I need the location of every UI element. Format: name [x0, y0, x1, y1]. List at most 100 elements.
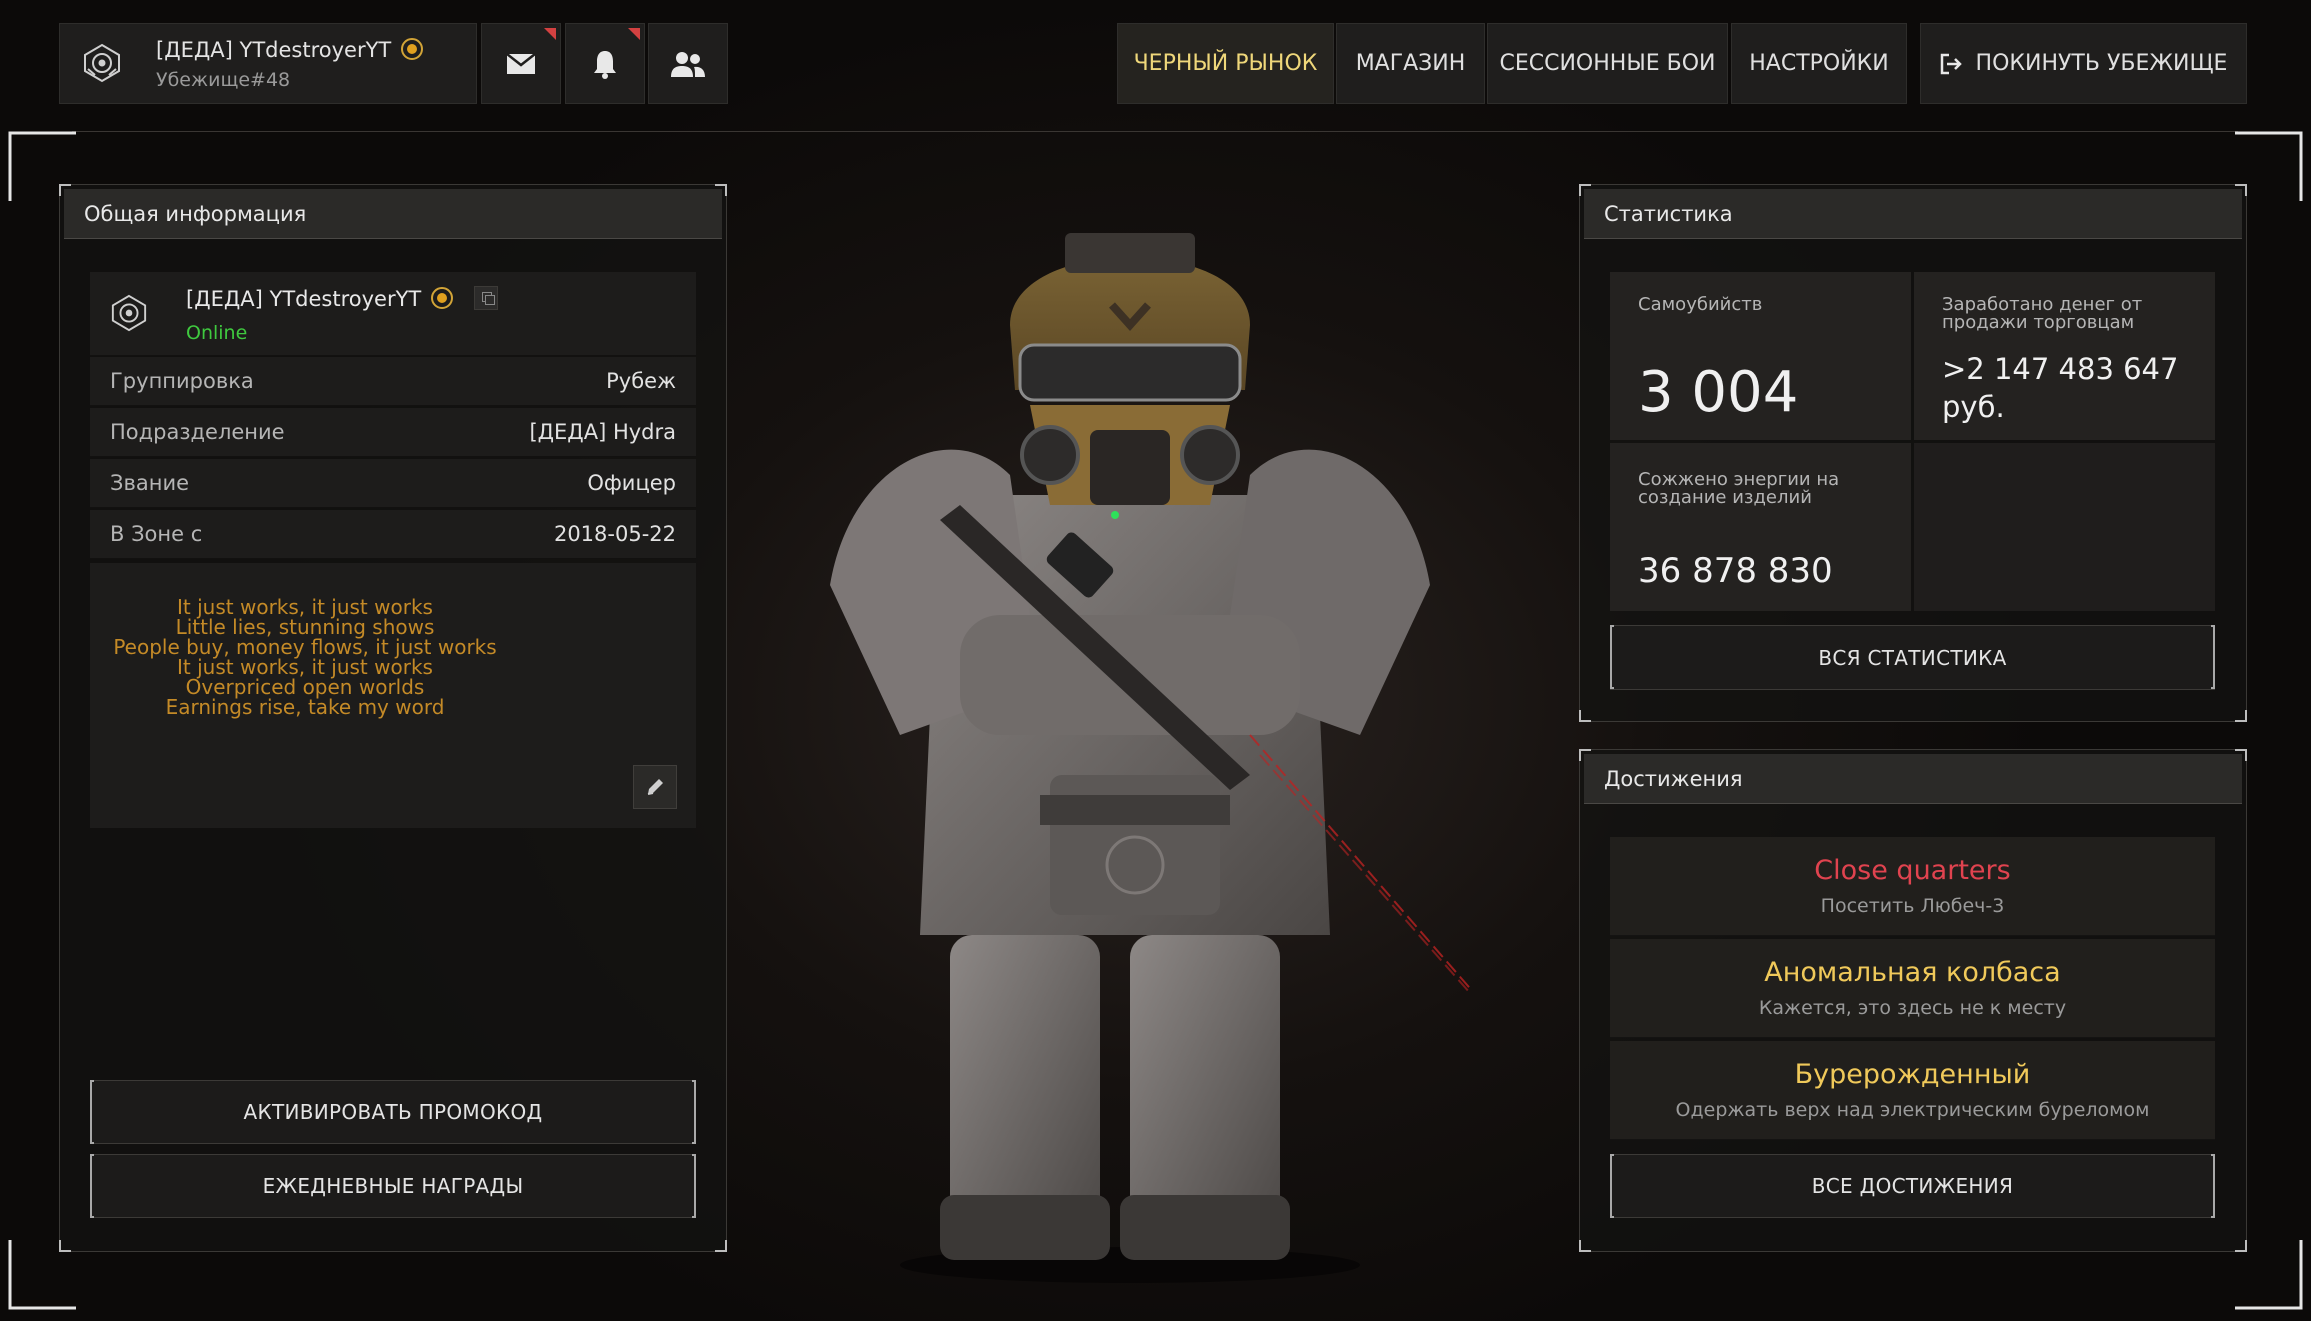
character-model: [830, 233, 1470, 1283]
all-achievements-button[interactable]: ВСЕ ДОСТИЖЕНИЯ: [1610, 1154, 2215, 1218]
button-label: ЕЖЕДНЕВНЫЕ НАГРАДЫ: [262, 1174, 524, 1198]
bio-line: Overpriced open worlds: [185, 675, 425, 699]
bio-text: It just works, it just works Little lies…: [90, 597, 520, 717]
all-statistics-button[interactable]: ВСЯ СТАТИСТИКА: [1610, 625, 2215, 690]
notification-marker: [544, 28, 556, 40]
stat-label: Заработано денег от продажи торговцам: [1942, 296, 2142, 332]
button-bracket: [90, 1080, 94, 1144]
online-status: Online: [186, 322, 248, 344]
bio-line: People buy, money flows, it just works: [113, 635, 497, 659]
achievement-item[interactable]: Аномальная колбаса Кажется, это здесь не…: [1610, 939, 2215, 1038]
bio-line: Little lies, stunning shows: [175, 615, 435, 639]
info-value: [ДЕДА] Hydra: [529, 420, 676, 444]
shelter-label: Убежище#48: [156, 69, 291, 91]
leave-shelter-button[interactable]: ПОКИНУТЬ УБЕЖИЩЕ: [1920, 23, 2247, 104]
panel-corner: [1579, 184, 1591, 196]
general-info-title: Общая информация: [64, 189, 722, 239]
achievement-desc: Посетить Любеч-3: [1820, 895, 2005, 917]
button-bracket: [1610, 625, 1614, 689]
info-row-since: В Зоне с 2018-05-22: [90, 510, 696, 559]
info-row-division: Подразделение [ДЕДА] Hydra: [90, 408, 696, 457]
edit-bio-button[interactable]: [633, 765, 677, 809]
settings-button[interactable]: НАСТРОЙКИ: [1731, 23, 1907, 104]
pencil-icon: [647, 779, 663, 795]
stat-value: >2 147 483 647 руб.: [1942, 350, 2178, 426]
stat-label: Самоубийств: [1638, 294, 1763, 315]
info-value: Офицер: [587, 471, 676, 495]
profile-card[interactable]: [ДЕДА] YTdestroyerYT Убежище#48: [59, 23, 477, 104]
bell-icon: [594, 50, 616, 79]
notification-marker: [628, 28, 640, 40]
info-key: Группировка: [110, 369, 254, 393]
stat-money-earned: Заработано денег от продажи торговцам >2 …: [1914, 272, 2215, 440]
stat-label-line: создание изделий: [1638, 487, 1812, 508]
panel-corner: [715, 1240, 727, 1252]
stat-empty-cell: [1914, 443, 2215, 611]
panel-corner: [59, 1240, 71, 1252]
stat-value-line: >2 147 483 647: [1942, 352, 2179, 386]
achievement-item[interactable]: Close quarters Посетить Любеч-3: [1610, 837, 2215, 936]
player-name: [ДЕДА] YTdestroyerYT: [156, 38, 424, 62]
bio-line: It just works, it just works: [177, 655, 433, 679]
stat-value-line: руб.: [1942, 390, 2005, 424]
panel-corner: [2235, 710, 2247, 722]
notifications-button[interactable]: [565, 23, 645, 104]
panel-corner: [1579, 749, 1591, 761]
button-label: АКТИВИРОВАТЬ ПРОМОКОД: [243, 1100, 543, 1124]
stat-energy-burned: Сожжено энергии на создание изделий 36 87…: [1610, 443, 1911, 611]
achievement-title: Аномальная колбаса: [1764, 957, 2061, 988]
activate-promocode-button[interactable]: АКТИВИРОВАТЬ ПРОМОКОД: [90, 1080, 696, 1144]
info-value: 2018-05-22: [553, 522, 676, 546]
top-bar: [ДЕДА] YTdestroyerYT Убежище#48 ЧЕРНЫЙ Р…: [0, 0, 2311, 130]
session-battles-button[interactable]: СЕССИОННЫЕ БОИ: [1487, 23, 1728, 104]
achievements-title: Достижения: [1584, 754, 2242, 804]
info-value: Рубеж: [606, 369, 676, 393]
mail-button[interactable]: [481, 23, 561, 104]
button-label: ВСЕ ДОСТИЖЕНИЯ: [1811, 1174, 2014, 1198]
info-key: Подразделение: [110, 420, 285, 444]
bio-line: Earnings rise, take my word: [165, 695, 445, 719]
friends-icon: [671, 51, 705, 77]
faction-emblem-icon: [84, 43, 120, 83]
daily-rewards-button[interactable]: ЕЖЕДНЕВНЫЕ НАГРАДЫ: [90, 1154, 696, 1218]
player-name: [ДЕДА] YTdestroyerYT: [186, 287, 422, 311]
button-bracket: [692, 1154, 696, 1218]
stat-value: 36 878 830: [1638, 551, 1833, 591]
panel-corner: [2235, 1240, 2247, 1252]
leave-shelter-label: ПОКИНУТЬ УБЕЖИЩЕ: [1975, 51, 2228, 76]
info-row-rank: Звание Офицер: [90, 459, 696, 508]
stat-suicides: Самоубийств 3 004: [1610, 272, 1911, 440]
rank-badge-icon: [431, 287, 454, 309]
bio-line: It just works, it just works: [177, 595, 433, 619]
button-bracket: [692, 1080, 696, 1144]
statistics-title: Статистика: [1584, 189, 2242, 239]
player-name-row: [ДЕДА] YTdestroyerYT: [186, 286, 498, 311]
button-bracket: [2211, 1154, 2215, 1218]
achievement-desc: Кажется, это здесь не к месту: [1758, 997, 2067, 1019]
shop-button[interactable]: МАГАЗИН: [1336, 23, 1485, 104]
player-card: [ДЕДА] YTdestroyerYT Online: [90, 272, 696, 356]
frame-top-line: [72, 131, 2238, 132]
panel-corner: [1579, 710, 1591, 722]
stat-label-line: продажи торговцам: [1942, 312, 2135, 333]
achievement-item[interactable]: Бурерожденный Одержать верх над электрич…: [1610, 1041, 2215, 1140]
achievement-desc: Одержать верх над электрическим буреломо…: [1675, 1099, 2150, 1121]
bio-box: It just works, it just works Little lies…: [90, 563, 696, 828]
copy-icon[interactable]: [473, 286, 498, 310]
panel-corner: [1579, 1240, 1591, 1252]
info-key: Звание: [110, 471, 190, 495]
button-bracket: [2211, 625, 2215, 689]
friends-button[interactable]: [648, 23, 728, 104]
stat-value: 3 004: [1638, 360, 1799, 425]
mail-icon: [506, 52, 536, 74]
button-label: ВСЯ СТАТИСТИКА: [1818, 645, 2007, 670]
info-key: В Зоне с: [110, 522, 203, 546]
black-market-button[interactable]: ЧЕРНЫЙ РЫНОК: [1117, 23, 1334, 104]
faction-emblem-icon: [111, 294, 147, 332]
rank-badge-icon: [401, 38, 424, 60]
info-row-faction: Группировка Рубеж: [90, 357, 696, 406]
button-bracket: [1610, 1154, 1614, 1218]
panel-corner: [59, 184, 71, 196]
button-bracket: [90, 1154, 94, 1218]
stat-label: Сожжено энергии на создание изделий: [1638, 471, 1839, 507]
